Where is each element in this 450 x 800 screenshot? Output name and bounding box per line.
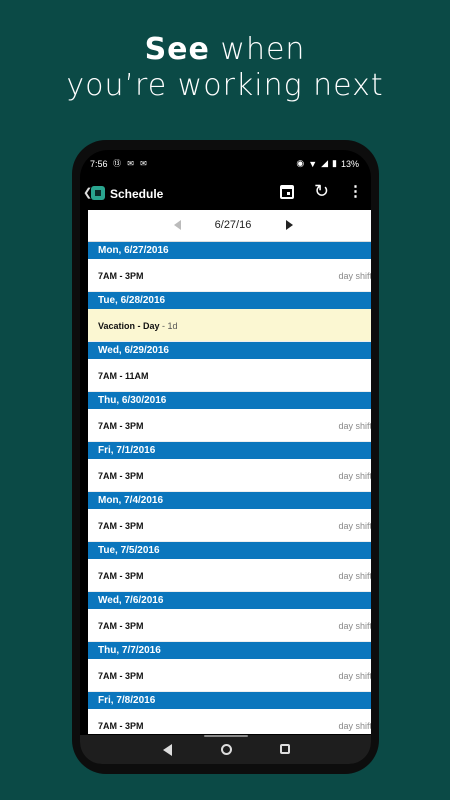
day-header: Tue, 7/5/2016 — [88, 542, 371, 559]
vacation-row[interactable]: Vacation - Day - 1d — [88, 309, 371, 342]
nav-home-icon[interactable] — [221, 744, 232, 755]
date-navigator: 6/27/16 — [88, 210, 371, 242]
shift-time: 7AM - 3PM — [98, 421, 144, 431]
shift-label: day shift — [338, 521, 371, 531]
shift-time: 7AM - 3PM — [98, 671, 144, 681]
shift-time: 7AM - 3PM — [98, 571, 144, 581]
headline-line2: you’re working next — [66, 68, 384, 103]
shift-label: day shift — [338, 271, 371, 281]
shift-label: day shift — [338, 471, 371, 481]
shift-row[interactable]: 7AM - 3PM day shift — [88, 709, 371, 734]
arrow-right-icon[interactable] — [286, 220, 293, 230]
app-title: Schedule — [110, 187, 164, 201]
shift-label: day shift — [338, 671, 371, 681]
app-bar: ❮ Schedule ↻ ⋮ — [80, 176, 371, 210]
day-header: Fri, 7/8/2016 — [88, 692, 371, 709]
battery-percent: 13% — [340, 158, 359, 169]
signal-icon: ◢ — [321, 158, 329, 168]
shift-row[interactable]: 7AM - 3PM day shift — [88, 259, 371, 292]
shift-duration: - 1d — [162, 321, 178, 331]
eye-icon: ◉ — [296, 158, 305, 168]
status-bar: 7:56 ⑬ ✉ ✉ ◉ ▼ ◢ ▮ 13% — [80, 150, 371, 174]
calendar-icon[interactable] — [280, 185, 294, 199]
shift-row[interactable]: 7AM - 3PM day shift — [88, 609, 371, 642]
day-header: Thu, 7/7/2016 — [88, 642, 371, 659]
gesture-pill — [204, 735, 248, 737]
day-header: Wed, 7/6/2016 — [88, 592, 371, 609]
shift-row[interactable]: 7AM - 11AM — [88, 359, 371, 392]
system-nav-bar — [80, 735, 371, 764]
day-header: Mon, 7/4/2016 — [88, 492, 371, 509]
status-right: ◉ ▼ ◢ ▮ 13% — [296, 158, 359, 169]
app-logo-icon[interactable] — [91, 186, 105, 200]
day-list: Mon, 6/27/2016 7AM - 3PM day shift Tue, 6/… — [88, 242, 371, 734]
refresh-icon[interactable]: ↻ — [314, 181, 329, 202]
phone-frame: 7:56 ⑬ ✉ ✉ ◉ ▼ ◢ ▮ 13% ❮ Schedule ↻ ⋮ 6/… — [72, 140, 379, 774]
shift-label: day shift — [338, 721, 371, 731]
headline-strong: See — [144, 32, 210, 67]
more-vert-icon[interactable]: ⋮ — [348, 182, 363, 200]
nav-recents-icon[interactable] — [280, 744, 290, 754]
shift-row[interactable]: 7AM - 3PM day shift — [88, 509, 371, 542]
day-header: Mon, 6/27/2016 — [88, 242, 371, 259]
phone-screen: 7:56 ⑬ ✉ ✉ ◉ ▼ ◢ ▮ 13% ❮ Schedule ↻ ⋮ 6/… — [80, 150, 371, 764]
shift-row[interactable]: 7AM - 3PM day shift — [88, 459, 371, 492]
shift-time: 7AM - 3PM — [98, 721, 144, 731]
shift-time: 7AM - 3PM — [98, 621, 144, 631]
shift-time: 7AM - 3PM — [98, 471, 144, 481]
day-header: Wed, 6/29/2016 — [88, 342, 371, 359]
shift-time: 7AM - 3PM — [98, 271, 144, 281]
promo-headline: See when you’re working next — [0, 32, 450, 104]
nav-back-icon[interactable] — [163, 744, 172, 756]
status-time: 7:56 — [90, 159, 108, 169]
day-header: Thu, 6/30/2016 — [88, 392, 371, 409]
day-header: Fri, 7/1/2016 — [88, 442, 371, 459]
shift-time: 7AM - 3PM — [98, 521, 144, 531]
current-date: 6/27/16 — [214, 219, 252, 231]
shift-label: day shift — [338, 621, 371, 631]
notification-icons: ⑬ ✉ ✉ — [113, 159, 149, 168]
shift-row[interactable]: 7AM - 3PM day shift — [88, 659, 371, 692]
wifi-icon: ▼ — [308, 158, 318, 169]
shift-time: Vacation - Day - 1d — [98, 321, 178, 331]
battery-icon: ▮ — [332, 158, 337, 168]
shift-label: day shift — [338, 571, 371, 581]
shift-row[interactable]: 7AM - 3PM day shift — [88, 559, 371, 592]
schedule-list[interactable]: 6/27/16 Mon, 6/27/2016 7AM - 3PM day shif… — [88, 210, 371, 734]
shift-time: 7AM - 11AM — [98, 371, 149, 381]
day-header: Tue, 6/28/2016 — [88, 292, 371, 309]
headline-rest: when — [209, 32, 306, 67]
shift-label: day shift — [338, 421, 371, 431]
shift-row[interactable]: 7AM - 3PM day shift — [88, 409, 371, 442]
